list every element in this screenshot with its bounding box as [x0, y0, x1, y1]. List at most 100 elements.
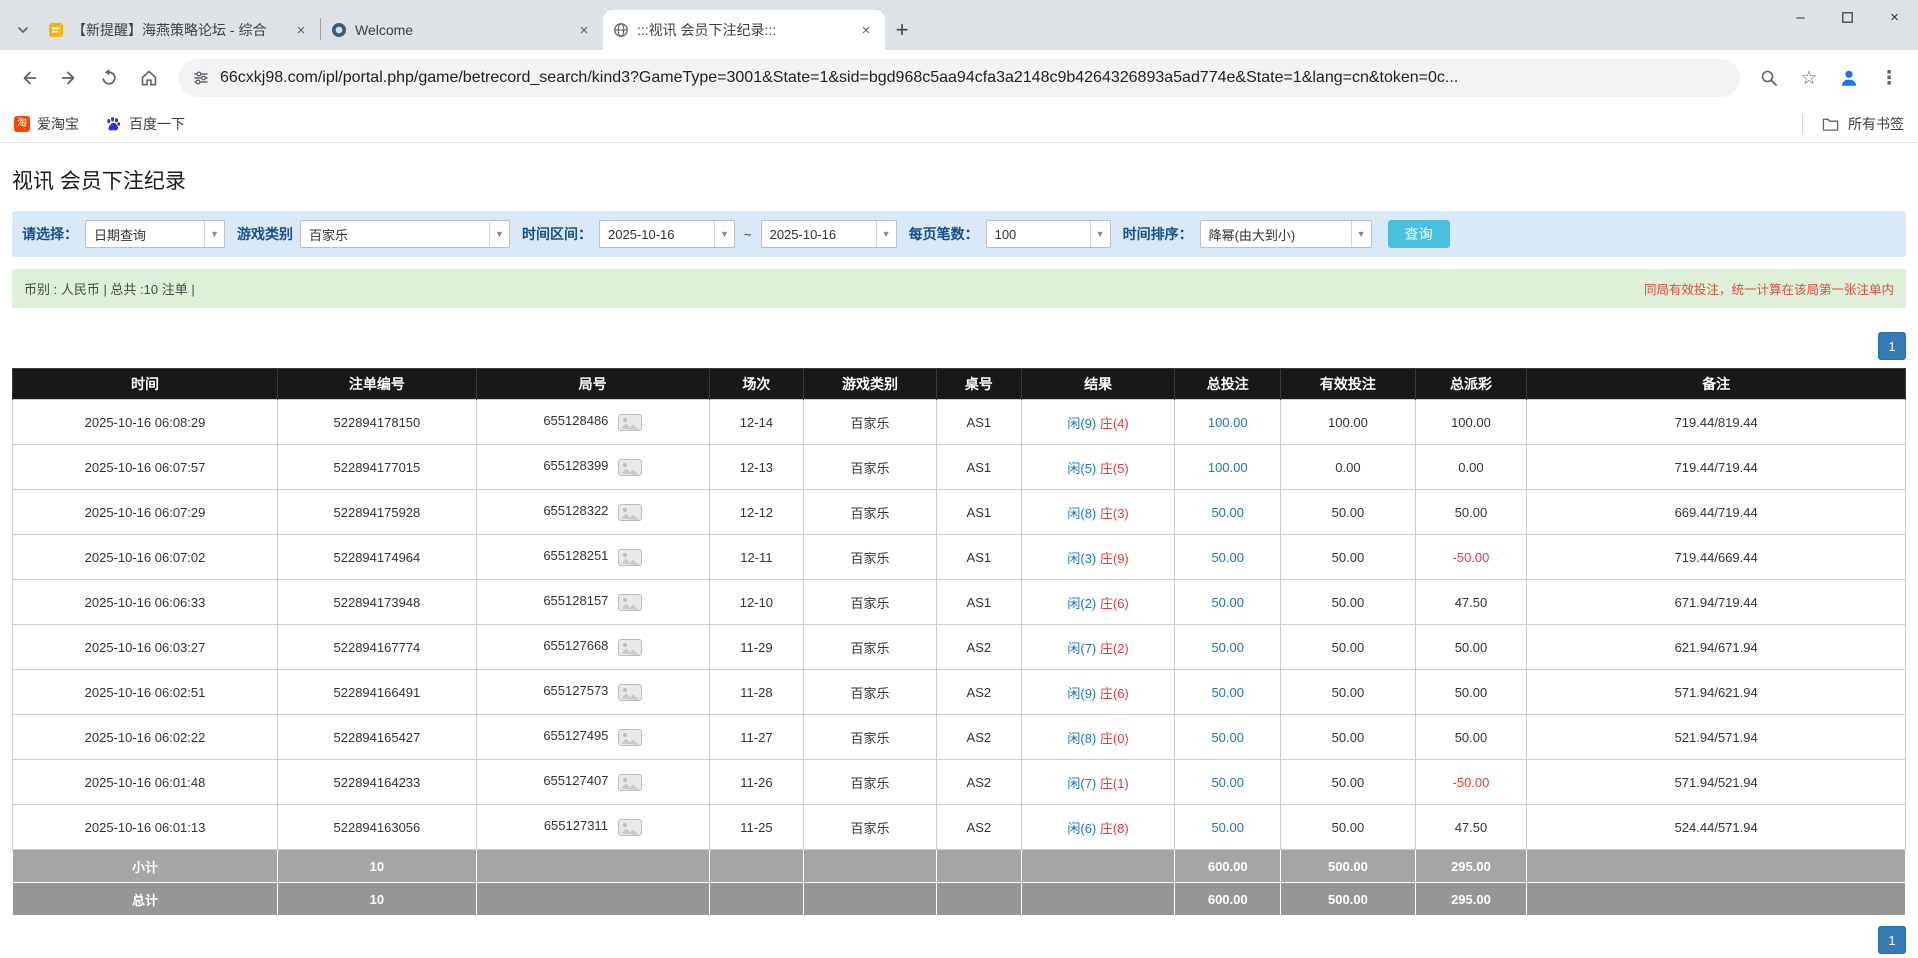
subtotal-count: 10: [278, 850, 477, 883]
header-bet-id: 注单编号: [278, 369, 477, 400]
tab-close-icon[interactable]: ×: [857, 21, 875, 39]
browser-window: 【新提醒】海燕策略论坛 - 综合 × Welcome × :::视讯 会员下注纪…: [0, 0, 1918, 958]
round-id: 655127573: [543, 683, 608, 698]
round-snapshot-icon[interactable]: [618, 459, 642, 476]
total-bet-link[interactable]: 50.00: [1211, 730, 1244, 745]
cell-game-type: 百家乐: [804, 580, 937, 625]
chevron-down-icon: ▼: [489, 221, 509, 247]
cell-round: 655127495: [476, 715, 709, 760]
bookmark-baidu[interactable]: 百度一下: [105, 114, 185, 134]
back-button[interactable]: [10, 59, 48, 97]
cell-table-no: AS1: [936, 445, 1021, 490]
banker-result: 庄(6): [1100, 596, 1129, 611]
baidu-icon: [105, 116, 122, 133]
sort-select[interactable]: 降幂(由大到小) ▼: [1200, 220, 1372, 248]
cell-result: 闲(8) 庄(3): [1021, 490, 1174, 535]
close-window-button[interactable]: ×: [1871, 0, 1918, 34]
game-type-select[interactable]: 百家乐 ▼: [300, 220, 510, 248]
tab-close-icon[interactable]: ×: [575, 21, 593, 39]
cell-round: 655128251: [476, 535, 709, 580]
cell-time: 2025-10-16 06:08:29: [13, 400, 278, 445]
site-info-icon[interactable]: [192, 69, 210, 87]
bookmarks-divider: [1802, 114, 1803, 134]
total-bet-link[interactable]: 50.00: [1211, 820, 1244, 835]
cell-table-no: AS2: [936, 625, 1021, 670]
cell-payout: 50.00: [1415, 625, 1527, 670]
cell-time: 2025-10-16 06:02:22: [13, 715, 278, 760]
round-snapshot-icon[interactable]: [618, 549, 642, 566]
address-bar[interactable]: 66cxkj98.com/ipl/portal.php/game/betreco…: [178, 59, 1740, 97]
total-bet-link[interactable]: 50.00: [1211, 775, 1244, 790]
round-snapshot-icon[interactable]: [618, 819, 642, 836]
query-button[interactable]: 查询: [1388, 220, 1450, 248]
page-1-button[interactable]: 1: [1878, 332, 1906, 360]
table-row: 2025-10-16 06:08:29 522894178150 6551284…: [13, 400, 1906, 445]
cell-game-type: 百家乐: [804, 400, 937, 445]
tab-forum[interactable]: 【新提醒】海燕策略论坛 - 综合 ×: [38, 10, 320, 50]
cell-session: 11-26: [709, 760, 804, 805]
total-bet-link[interactable]: 50.00: [1211, 550, 1244, 565]
table-row: 2025-10-16 06:02:51 522894166491 6551275…: [13, 670, 1906, 715]
tab-welcome[interactable]: Welcome ×: [321, 10, 603, 50]
round-id: 655128322: [543, 503, 608, 518]
date-to-select[interactable]: 2025-10-16 ▼: [761, 220, 897, 248]
header-game-type: 游戏类别: [804, 369, 937, 400]
chevron-down-icon: ▼: [714, 221, 734, 247]
query-type-select[interactable]: 日期查询 ▼: [85, 220, 225, 248]
all-bookmarks-button[interactable]: 所有书签: [1848, 114, 1904, 134]
date-from-select[interactable]: 2025-10-16 ▼: [599, 220, 735, 248]
home-button[interactable]: [130, 59, 168, 97]
tab-bet-record-active[interactable]: :::视讯 会员下注纪录::: ×: [603, 10, 885, 50]
new-tab-button[interactable]: +: [885, 13, 919, 47]
profile-avatar[interactable]: [1830, 59, 1868, 97]
round-snapshot-icon[interactable]: [618, 594, 642, 611]
reload-button[interactable]: [90, 59, 128, 97]
cell-note: 571.94/621.94: [1527, 670, 1906, 715]
bookmark-taobao[interactable]: 淘 爱淘宝: [14, 114, 79, 134]
maximize-button[interactable]: [1824, 0, 1871, 34]
per-page-select[interactable]: 100 ▼: [986, 220, 1111, 248]
player-result: 闲(8): [1067, 731, 1096, 746]
forward-button[interactable]: [50, 59, 88, 97]
tab-strip: 【新提醒】海燕策略论坛 - 综合 × Welcome × :::视讯 会员下注纪…: [0, 0, 1918, 50]
minimize-button[interactable]: –: [1777, 0, 1824, 34]
total-bet-link[interactable]: 50.00: [1211, 505, 1244, 520]
total-bet-link[interactable]: 50.00: [1211, 595, 1244, 610]
total-bet-link[interactable]: 50.00: [1211, 640, 1244, 655]
round-snapshot-icon[interactable]: [618, 684, 642, 701]
cell-note: 621.94/671.94: [1527, 625, 1906, 670]
header-time: 时间: [13, 369, 278, 400]
bet-table-body: 2025-10-16 06:08:29 522894178150 6551284…: [13, 400, 1906, 850]
round-snapshot-icon[interactable]: [618, 414, 642, 431]
browser-menu-button[interactable]: ⋮: [1870, 59, 1908, 97]
round-snapshot-icon[interactable]: [618, 729, 642, 746]
cell-table-no: AS1: [936, 490, 1021, 535]
tab-search-button[interactable]: [8, 10, 38, 50]
cell-note: 669.44/719.44: [1527, 490, 1906, 535]
round-snapshot-icon[interactable]: [618, 639, 642, 656]
round-snapshot-icon[interactable]: [618, 774, 642, 791]
round-snapshot-icon[interactable]: [618, 504, 642, 521]
cell-table-no: AS2: [936, 670, 1021, 715]
table-row: 2025-10-16 06:03:27 522894167774 6551276…: [13, 625, 1906, 670]
total-bet-link[interactable]: 100.00: [1208, 460, 1248, 475]
round-id: 655128251: [543, 548, 608, 563]
cell-bet-id: 522894173948: [278, 580, 477, 625]
player-result: 闲(9): [1067, 686, 1096, 701]
info-bar: 币别 : 人民币 | 总共 :10 注单 | 同局有效投注，统一计算在该局第一张…: [12, 269, 1906, 308]
cell-payout: 47.50: [1415, 805, 1527, 850]
zoom-icon[interactable]: [1750, 59, 1788, 97]
bookmark-star-button[interactable]: ☆: [1790, 59, 1828, 97]
tab-title: 【新提醒】海燕策略论坛 - 综合: [72, 20, 284, 40]
grand-total-label: 总计: [13, 883, 278, 916]
cell-result: 闲(2) 庄(6): [1021, 580, 1174, 625]
cell-total-bet: 50.00: [1175, 760, 1281, 805]
cell-time: 2025-10-16 06:02:51: [13, 670, 278, 715]
total-bet-link[interactable]: 100.00: [1208, 415, 1248, 430]
cell-time: 2025-10-16 06:01:13: [13, 805, 278, 850]
page-1-button[interactable]: 1: [1878, 926, 1906, 954]
pagination-top: 1: [12, 332, 1906, 360]
cell-note: 521.94/571.94: [1527, 715, 1906, 760]
total-bet-link[interactable]: 50.00: [1211, 685, 1244, 700]
tab-close-icon[interactable]: ×: [292, 21, 310, 39]
